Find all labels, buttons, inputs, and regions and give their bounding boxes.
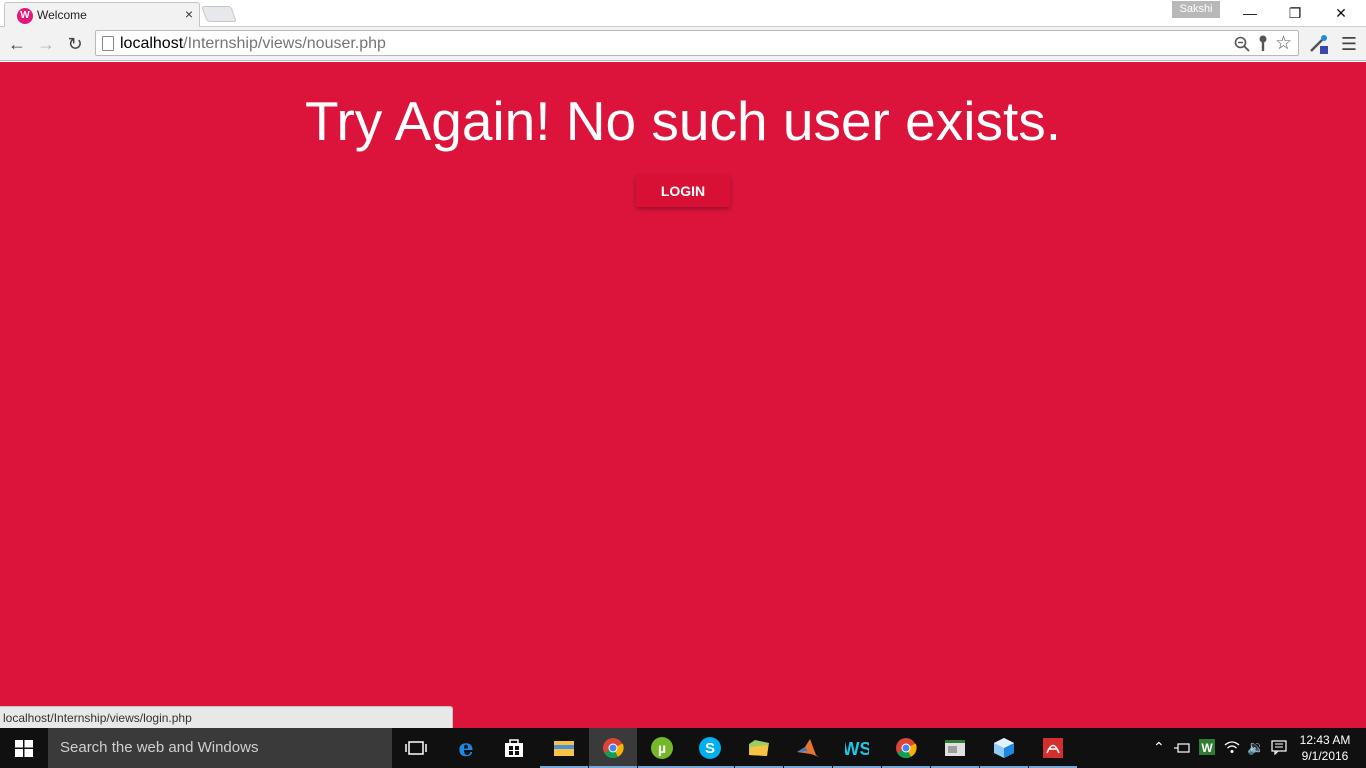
new-tab-button[interactable] [201, 6, 237, 22]
webstorm-icon[interactable]: WS [833, 728, 881, 768]
svg-text:W: W [1201, 741, 1213, 755]
taskbar-search[interactable]: Search the web and Windows [48, 728, 392, 768]
wamp-tray-icon[interactable]: W [1199, 739, 1215, 755]
start-button[interactable] [0, 728, 48, 768]
taskbar: Search the web and Windows e µ S WS ⌃ W … [0, 728, 1366, 768]
status-bubble: localhost/Internship/views/login.php [0, 706, 453, 728]
address-bar[interactable]: localhost/Internship/views/nouser.php ☆ [95, 30, 1299, 56]
forward-arrow-icon[interactable]: → [34, 32, 58, 56]
taskbar-clock[interactable]: 12:43 AM 9/1/2016 [1290, 732, 1360, 764]
clock-date: 9/1/2016 [1301, 749, 1349, 763]
svg-text:µ: µ [658, 740, 666, 756]
file-explorer-icon[interactable] [540, 728, 588, 768]
reload-icon[interactable]: ↻ [63, 32, 87, 56]
wamp-icon: W [17, 8, 33, 24]
task-view-icon[interactable] [392, 728, 440, 768]
acrobat-icon[interactable] [1029, 728, 1077, 768]
svg-text:S: S [705, 740, 715, 757]
profile-badge[interactable]: Sakshi [1172, 1, 1220, 18]
windows-logo-icon [15, 740, 33, 757]
folder-icon[interactable] [735, 728, 783, 768]
back-arrow-icon[interactable]: ← [5, 32, 29, 56]
page-title: Try Again! No such user exists. [304, 90, 1062, 152]
page-content: Try Again! No such user exists. LOGIN lo… [0, 62, 1366, 728]
url-host: localhost [120, 35, 184, 52]
url-path: /Internship/views/nouser.php [183, 35, 386, 52]
skype-icon[interactable]: S [686, 728, 734, 768]
chrome-icon[interactable] [589, 728, 637, 768]
store-icon[interactable] [490, 728, 538, 768]
edge-icon[interactable]: e [442, 728, 490, 768]
tab-close-icon[interactable]: × [185, 6, 193, 22]
utorrent-icon[interactable]: µ [638, 728, 686, 768]
browser-toolbar: ← → ↻ localhost/Internship/views/nouser.… [0, 27, 1366, 61]
zoom-icon[interactable] [1234, 36, 1250, 52]
extension-icon[interactable] [1308, 33, 1330, 55]
close-window-button[interactable]: ✕ [1318, 0, 1364, 26]
volume-icon[interactable]: 🔉 [1247, 739, 1264, 756]
app-window-icon[interactable] [931, 728, 979, 768]
title-bar: W Welcome × Sakshi — ❐ ✕ [0, 0, 1366, 27]
url-text[interactable]: localhost/Internship/views/nouser.php [120, 35, 386, 53]
bookmark-star-icon[interactable]: ☆ [1275, 32, 1292, 55]
tab-title: Welcome [37, 8, 87, 22]
action-center-icon[interactable] [1271, 740, 1287, 755]
minimize-button[interactable]: — [1227, 0, 1273, 26]
clock-time: 12:43 AM [1299, 733, 1351, 747]
login-button[interactable]: LOGIN [636, 175, 730, 207]
key-icon[interactable] [1257, 35, 1269, 53]
chrome-menu-icon[interactable]: ☰ [1337, 32, 1361, 56]
svg-text:WS: WS [845, 739, 869, 759]
wifi-icon[interactable] [1224, 740, 1240, 754]
tab-welcome[interactable]: W Welcome × [4, 2, 200, 27]
matlab-icon[interactable] [784, 728, 832, 768]
virtualbox-icon[interactable] [980, 728, 1028, 768]
battery-plug-icon[interactable] [1174, 741, 1190, 755]
show-hidden-icons-icon[interactable]: ⌃ [1153, 739, 1165, 756]
restore-button[interactable]: ❐ [1272, 0, 1318, 26]
chrome-icon[interactable] [882, 728, 930, 768]
page-icon [102, 36, 114, 51]
